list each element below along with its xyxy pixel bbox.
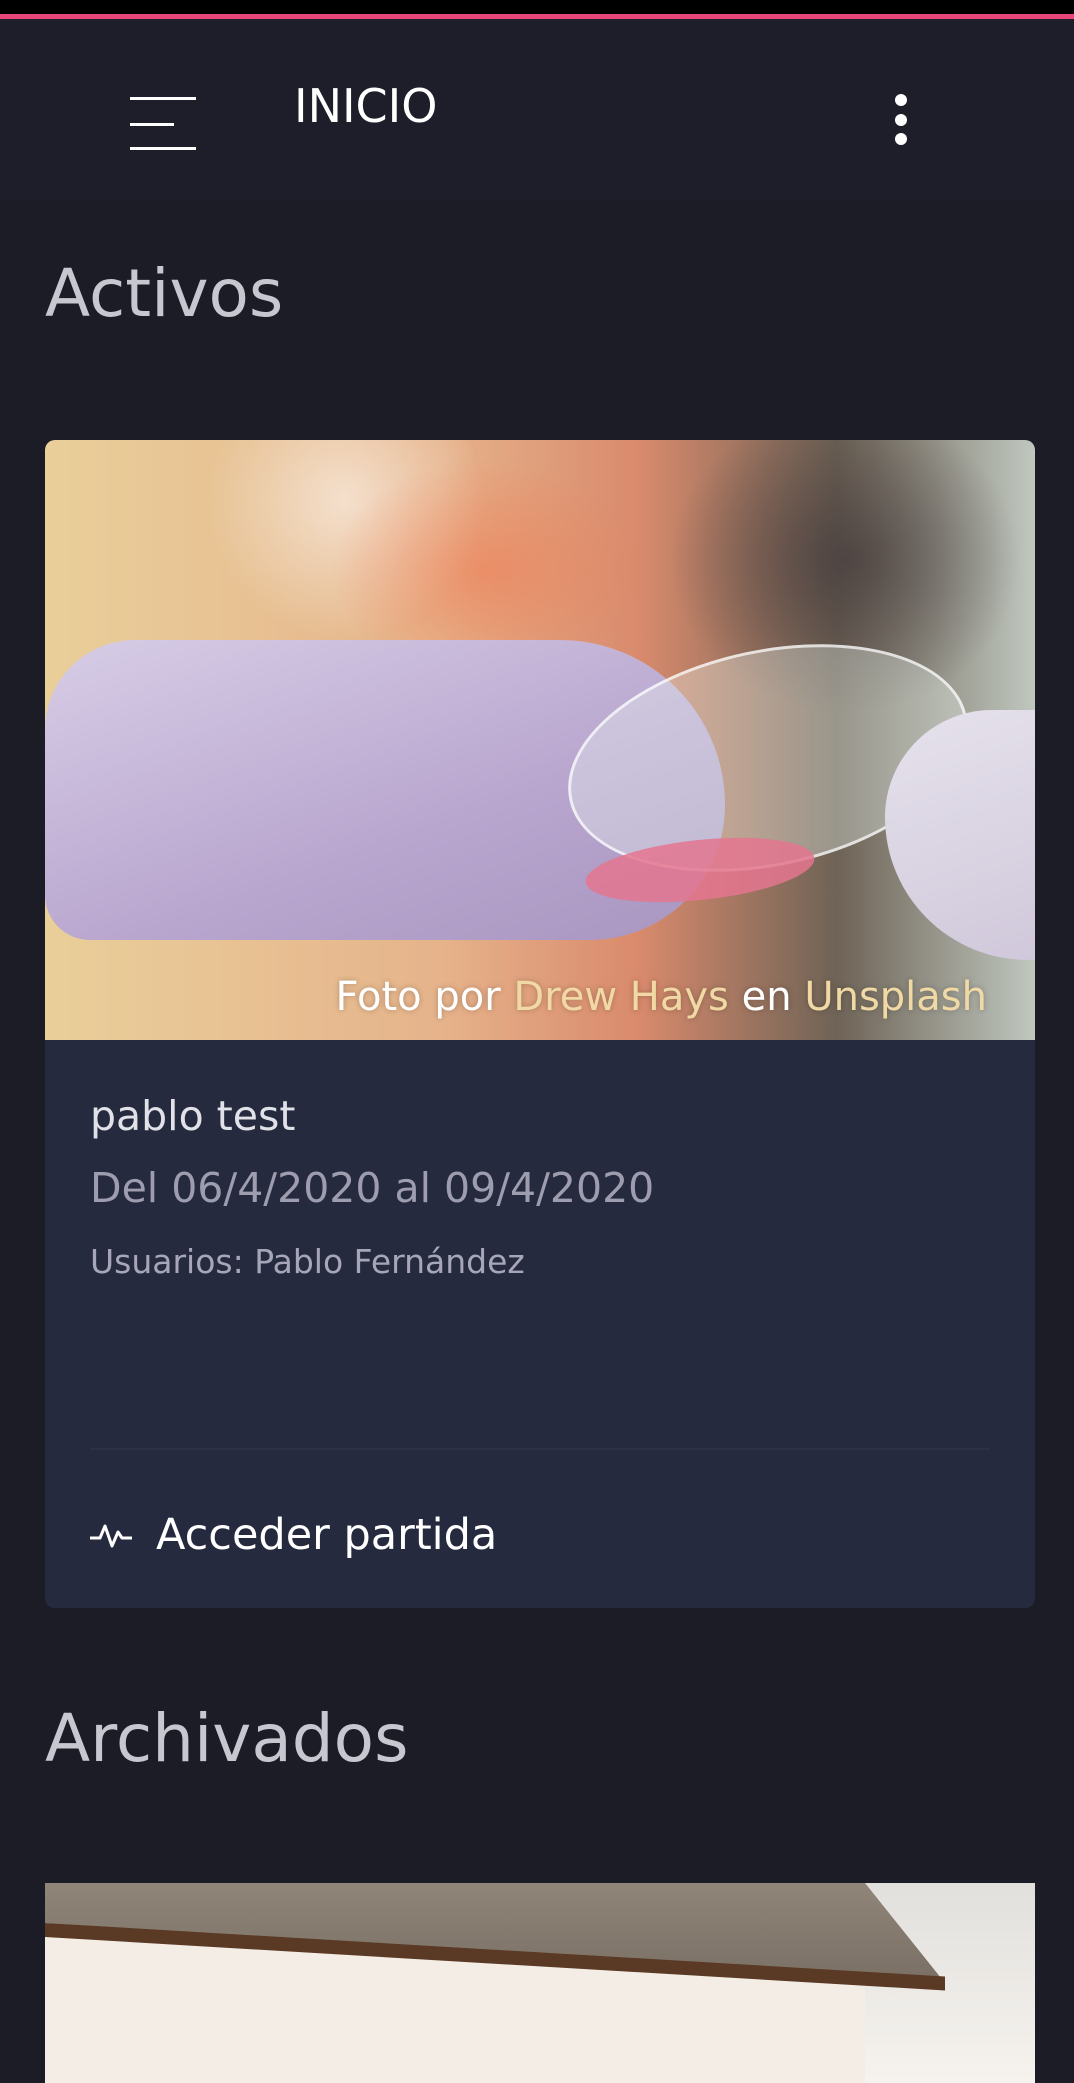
photo-source-link[interactable]: Unsplash bbox=[804, 974, 987, 1020]
status-bar bbox=[0, 0, 1074, 19]
photo-credit: Foto por Drew Hays en Unsplash bbox=[335, 974, 987, 1020]
game-name: pablo test bbox=[90, 1092, 296, 1140]
hamburger-icon bbox=[130, 97, 196, 100]
game-users: Usuarios: Pablo Fernández bbox=[90, 1242, 525, 1281]
photo-author-link[interactable]: Drew Hays bbox=[513, 974, 729, 1020]
more-options-button[interactable] bbox=[880, 69, 920, 159]
page-title: INICIO bbox=[294, 79, 438, 133]
access-game-button[interactable]: Acceder partida bbox=[90, 1505, 497, 1565]
section-title-active: Activos bbox=[45, 255, 284, 332]
divider bbox=[90, 1448, 990, 1450]
card-image: Foto por Drew Hays en Unsplash bbox=[45, 440, 1035, 1040]
game-card: Foto por Drew Hays en Unsplash pablo tes… bbox=[45, 440, 1035, 1608]
archived-card-image bbox=[45, 1883, 1035, 2083]
section-title-archived: Archivados bbox=[45, 1700, 409, 1777]
app-bar: INICIO bbox=[0, 19, 1074, 199]
access-game-label: Acceder partida bbox=[156, 1510, 498, 1560]
menu-button[interactable] bbox=[118, 71, 198, 151]
kebab-vertical-icon bbox=[895, 94, 907, 106]
game-dates: Del 06/4/2020 al 09/4/2020 bbox=[90, 1164, 655, 1212]
activity-pulse-icon bbox=[90, 1524, 132, 1548]
